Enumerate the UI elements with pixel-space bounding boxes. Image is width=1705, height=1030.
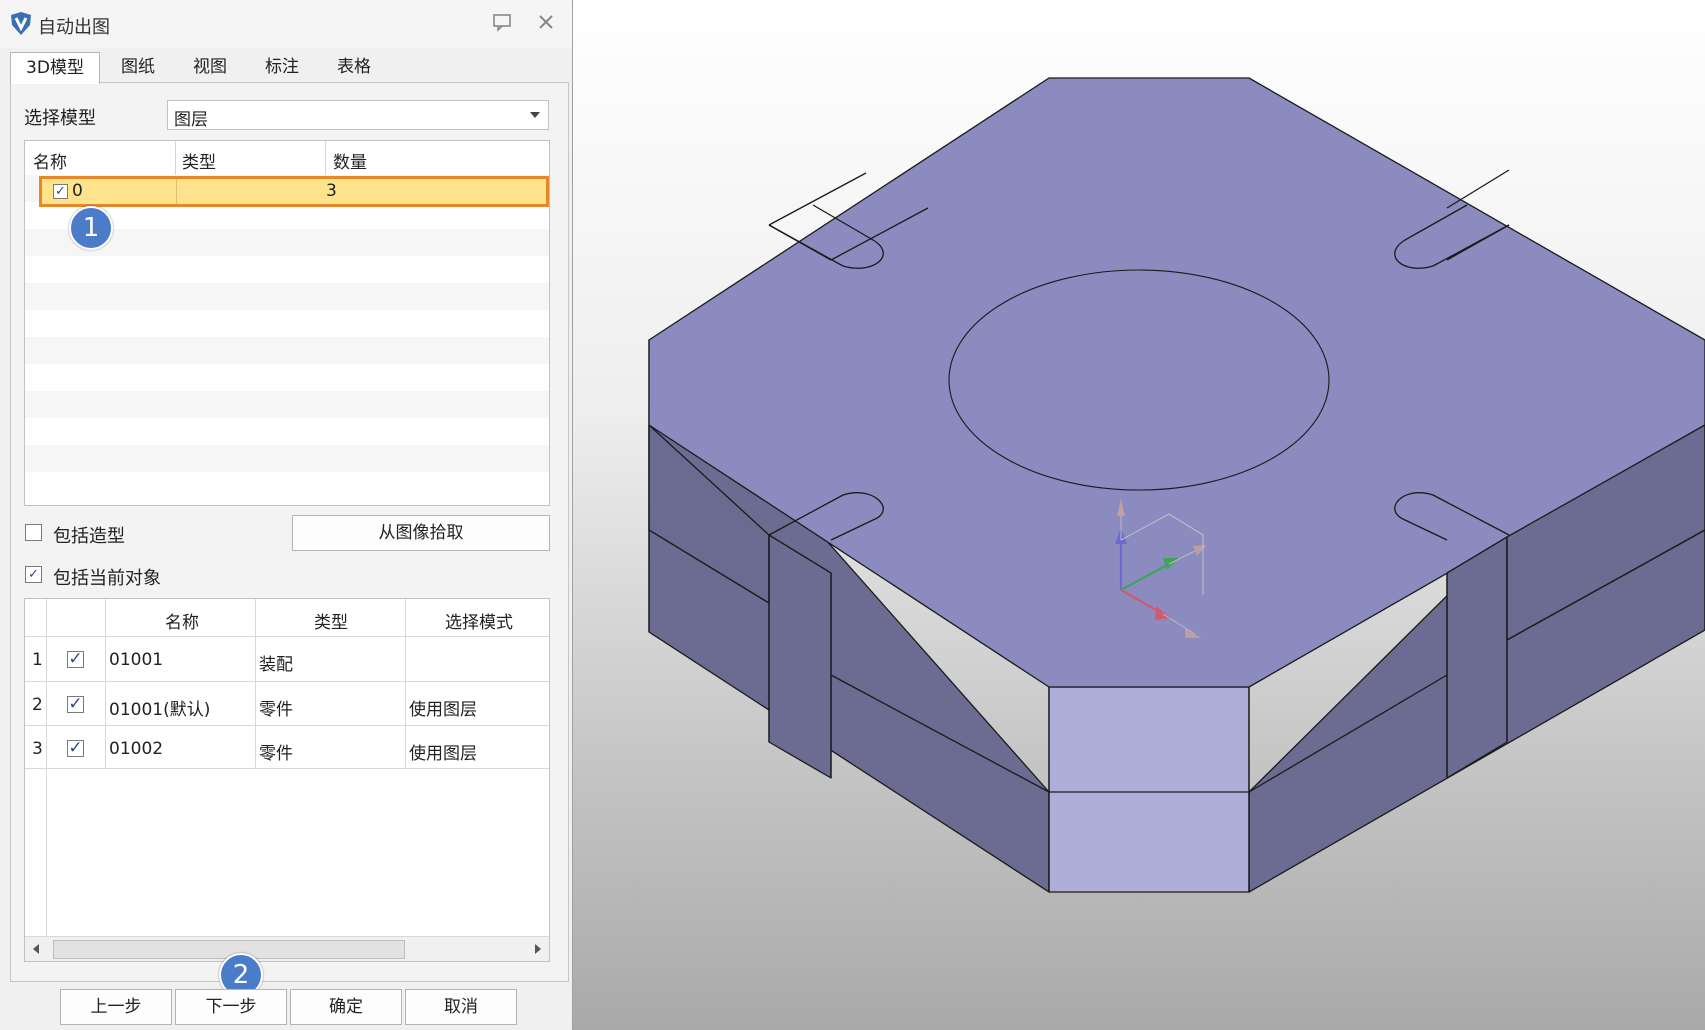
row-index: 2: [32, 695, 43, 715]
row-type: 零件: [259, 744, 293, 764]
column-header-count[interactable]: 数量: [333, 148, 367, 173]
row-type: 装配: [259, 655, 293, 675]
row-mode[interactable]: 使用图层: [409, 695, 477, 720]
select-model-value: 图层: [174, 110, 208, 130]
row-name[interactable]: 01002: [109, 739, 163, 759]
row-checkbox[interactable]: ✓: [67, 740, 84, 757]
column-header-select-mode[interactable]: 选择模式: [445, 608, 513, 633]
ok-button[interactable]: 确定: [290, 989, 402, 1025]
3d-viewport[interactable]: [573, 0, 1705, 1030]
layer-row-0[interactable]: ✓ 0 3: [39, 176, 549, 207]
row-name[interactable]: 01001: [109, 650, 163, 670]
3d-model-render[interactable]: [573, 0, 1705, 1030]
layer-row-name: 0: [72, 181, 83, 201]
help-bubble-icon[interactable]: [490, 12, 514, 36]
prev-step-button[interactable]: 上一步: [60, 989, 172, 1025]
step-badge-1: 1: [69, 206, 113, 250]
column-header-object-name[interactable]: 名称: [165, 608, 199, 633]
layer-table-header: 名称 类型 数量: [25, 141, 549, 176]
title-bar: 自动出图: [0, 0, 572, 48]
include-current-checkbox[interactable]: ✓: [25, 566, 42, 583]
include-current-label: 包括当前对象: [53, 568, 161, 589]
tab-drawing[interactable]: 图纸: [106, 52, 170, 82]
cancel-button[interactable]: 取消: [405, 989, 517, 1025]
next-step-button[interactable]: 下一步: [175, 989, 287, 1025]
object-table: 名称 类型 选择模式 1 ✓ 01001 装配 2 ✓ 01001(默认) 零件…: [24, 598, 550, 962]
window-title: 自动出图: [38, 17, 110, 38]
scroll-right-icon[interactable]: [535, 944, 541, 954]
row-type: 零件: [259, 700, 293, 720]
include-features-checkbox[interactable]: [25, 524, 42, 541]
include-features-label: 包括造型: [53, 526, 125, 547]
chevron-down-icon: [530, 112, 540, 118]
row-checkbox[interactable]: ✓: [67, 651, 84, 668]
app-logo-icon: [11, 12, 31, 35]
column-header-object-type[interactable]: 类型: [314, 608, 348, 633]
row-mode[interactable]: 使用图层: [409, 739, 477, 764]
close-icon[interactable]: [534, 12, 558, 36]
horizontal-scrollbar[interactable]: [25, 936, 549, 961]
tab-annotation[interactable]: 标注: [250, 52, 314, 82]
column-header-type[interactable]: 类型: [182, 148, 216, 173]
select-model-label: 选择模型: [24, 108, 96, 129]
select-model-dropdown[interactable]: 图层: [167, 100, 549, 130]
layer-row-count: 3: [326, 181, 337, 201]
tab-view[interactable]: 视图: [178, 52, 242, 82]
row-index: 3: [32, 739, 43, 759]
scroll-left-icon[interactable]: [33, 944, 39, 954]
row-checkbox[interactable]: ✓: [67, 696, 84, 713]
layer-row-checkbox[interactable]: ✓: [53, 184, 68, 199]
row-name[interactable]: 01001(默认): [109, 695, 210, 720]
tab-table[interactable]: 表格: [322, 52, 386, 82]
tab-3d-model[interactable]: 3D模型: [10, 52, 100, 84]
pick-from-image-button[interactable]: 从图像拾取: [292, 515, 550, 551]
row-index: 1: [32, 650, 43, 670]
auto-drawing-dialog: 自动出图 3D模型 图纸 视图 标注 表格 选择模型 图层 名称 类型 数量 ✓…: [0, 0, 573, 1030]
column-header-name[interactable]: 名称: [33, 148, 67, 173]
